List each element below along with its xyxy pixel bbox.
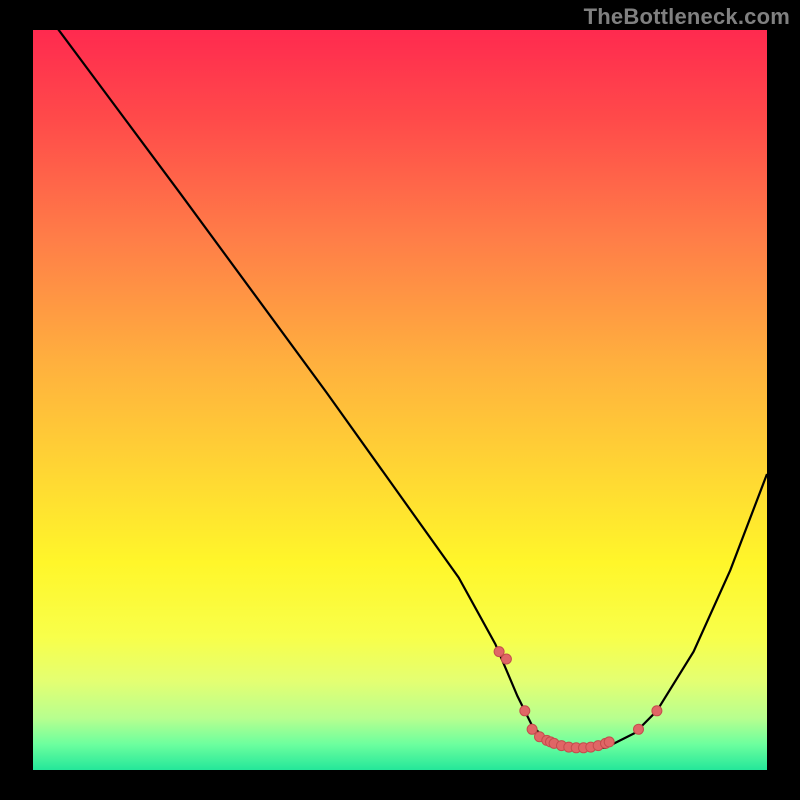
data-point	[652, 706, 662, 716]
plot-background	[33, 30, 767, 770]
data-point	[634, 724, 644, 734]
chart-frame: TheBottleneck.com	[0, 0, 800, 800]
data-point	[501, 654, 511, 664]
bottleneck-chart	[0, 0, 800, 800]
watermark-text: TheBottleneck.com	[584, 4, 790, 30]
data-point	[604, 737, 614, 747]
data-point	[520, 706, 530, 716]
data-point	[527, 724, 537, 734]
